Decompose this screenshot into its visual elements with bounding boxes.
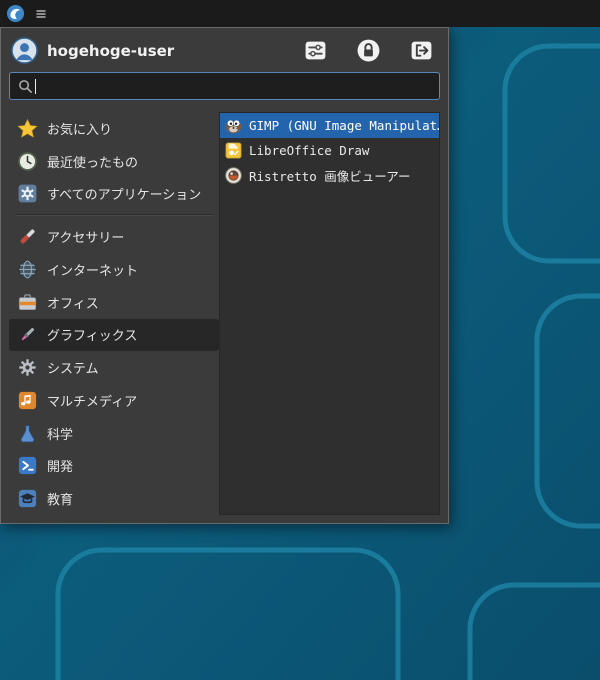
logout-icon <box>409 38 434 63</box>
username-label: hogehoge-user <box>47 42 275 60</box>
whisker-menu: hogehoge-user <box>0 27 449 524</box>
app-label: Ristretto 画像ビューアー <box>249 166 411 185</box>
clock-icon <box>17 151 38 172</box>
category-favorites[interactable]: お気に入り <box>9 112 219 145</box>
category-label: お気に入り <box>47 119 112 138</box>
category-accessories[interactable]: アクセサリー <box>9 220 219 253</box>
user-avatar-icon <box>11 37 38 64</box>
lock-icon <box>356 38 381 63</box>
app-label: LibreOffice Draw <box>249 143 369 158</box>
category-system[interactable]: システム <box>9 351 219 384</box>
ristretto-icon <box>224 166 243 185</box>
category-science[interactable]: 科学 <box>9 417 219 450</box>
category-label: アクセサリー <box>47 227 124 246</box>
category-label: すべてのアプリケーション <box>47 184 201 203</box>
application-list: GIMP (GNU Image Manipulat… LibreOffice D… <box>219 112 440 515</box>
text-cursor <box>35 79 36 94</box>
multimedia-icon <box>17 390 38 411</box>
category-recently-used[interactable]: 最近使ったもの <box>9 145 219 178</box>
science-icon <box>17 423 38 444</box>
search-input[interactable] <box>44 79 431 94</box>
whisker-menu-button[interactable] <box>6 4 25 23</box>
internet-icon <box>17 259 38 280</box>
office-icon <box>17 292 38 313</box>
category-office[interactable]: オフィス <box>9 286 219 319</box>
category-sidebar: お気に入り 最近使ったもの すべてのアプリケーション アクセサリー インターネッ… <box>9 112 219 515</box>
search-box[interactable] <box>9 72 440 100</box>
libreoffice-draw-icon <box>224 141 243 160</box>
sidebar-separator <box>15 214 213 216</box>
app-label: GIMP (GNU Image Manipulat… <box>249 118 439 133</box>
all-applications-icon <box>17 183 38 204</box>
system-icon <box>17 357 38 378</box>
star-icon <box>17 118 38 139</box>
education-icon <box>17 488 38 509</box>
accessories-icon <box>17 226 38 247</box>
category-label: 科学 <box>47 424 73 443</box>
gimp-icon <box>224 116 243 135</box>
category-graphics[interactable]: グラフィックス <box>9 319 219 352</box>
panel-notes-plugin[interactable] <box>34 7 48 21</box>
category-multimedia[interactable]: マルチメディア <box>9 384 219 417</box>
category-label: オフィス <box>47 293 99 312</box>
category-all-applications[interactable]: すべてのアプリケーション <box>9 178 219 211</box>
category-label: 教育 <box>47 489 73 508</box>
category-internet[interactable]: インターネット <box>9 253 219 286</box>
top-panel <box>0 0 600 27</box>
app-item-gimp[interactable]: GIMP (GNU Image Manipulat… <box>220 113 439 138</box>
log-out-button[interactable] <box>409 38 434 63</box>
category-label: グラフィックス <box>47 325 137 344</box>
category-label: マルチメディア <box>47 391 137 410</box>
category-label: インターネット <box>47 260 138 279</box>
category-label: 開発 <box>47 456 73 475</box>
app-item-ristretto[interactable]: Ristretto 画像ビューアー <box>220 163 439 188</box>
notes-icon <box>34 7 48 21</box>
category-development[interactable]: 開発 <box>9 450 219 483</box>
app-item-libreoffice-draw[interactable]: LibreOffice Draw <box>220 138 439 163</box>
graphics-icon <box>17 324 38 345</box>
menu-header: hogehoge-user <box>1 28 448 71</box>
lock-screen-button[interactable] <box>356 38 381 63</box>
category-label: 最近使ったもの <box>47 152 138 171</box>
settings-button[interactable] <box>303 38 328 63</box>
xubuntu-logo-icon <box>6 4 25 23</box>
settings-icon <box>303 38 328 63</box>
category-education[interactable]: 教育 <box>9 482 219 515</box>
category-label: システム <box>47 358 99 377</box>
development-icon <box>17 455 38 476</box>
menu-body: お気に入り 最近使ったもの すべてのアプリケーション アクセサリー インターネッ… <box>1 106 448 523</box>
search-icon <box>18 79 33 94</box>
